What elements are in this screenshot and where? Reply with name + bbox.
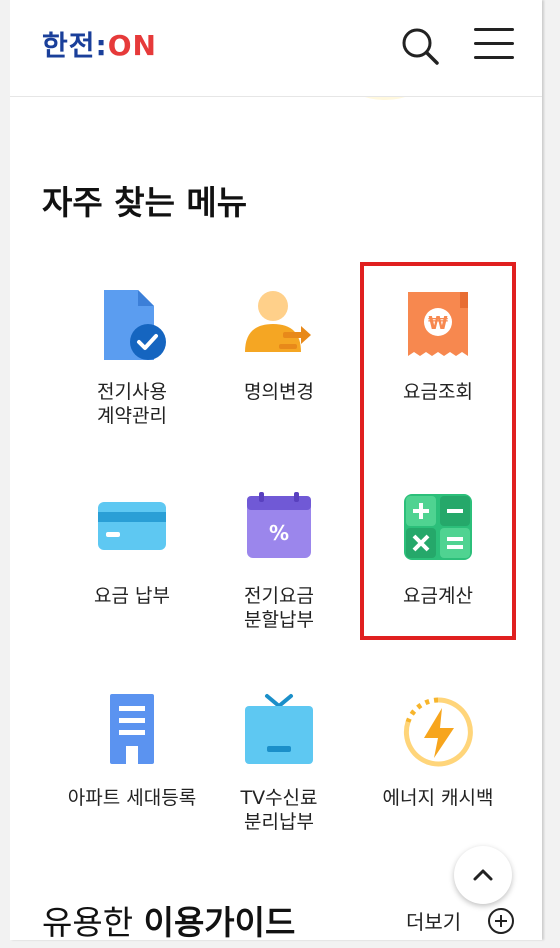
- guide-title-prefix: 유용한: [42, 903, 144, 940]
- menu-item-energy-cashback[interactable]: 에너지 캐시백: [363, 692, 513, 810]
- plus-circle-icon[interactable]: [488, 908, 514, 934]
- menu-item-bill-payment[interactable]: 요금 납부: [57, 490, 207, 608]
- guide-section-title: 유용한 이용가이드: [42, 896, 295, 940]
- app-header: 한전:ON: [10, 0, 542, 97]
- menu-item-label: 에너지 캐시백: [382, 787, 494, 809]
- calendar-percent-icon: %: [239, 490, 319, 570]
- card-icon: [92, 490, 172, 570]
- person-transfer-icon: [239, 286, 319, 366]
- section-title: 자주 찾는 메뉴: [42, 183, 248, 222]
- search-icon[interactable]: [400, 26, 440, 66]
- menu-item-label: 전기요금 분할납부: [244, 585, 314, 631]
- menu-item-label: 요금 납부: [94, 585, 170, 607]
- menu-item-name-change[interactable]: 명의변경: [204, 286, 354, 404]
- logo-text-prefix: 한전:: [42, 29, 108, 62]
- menu-item-installment-payment[interactable]: % 전기요금 분할납부: [204, 490, 354, 632]
- apartment-icon: [92, 692, 172, 772]
- svg-text:%: %: [269, 521, 289, 545]
- chevron-up-icon: [473, 869, 493, 881]
- menu-item-label: 전기사용 계약관리: [97, 381, 167, 427]
- logo-text-suffix: ON: [107, 29, 157, 62]
- menu-item-apartment-registration[interactable]: 아파트 세대등록: [45, 692, 219, 810]
- contract-check-icon: [92, 286, 172, 366]
- app-frame: 한전:ON 자주 찾는 메뉴 전기사용 계약관리 명의변경 ₩ 요금조회 요금 …: [10, 0, 542, 940]
- energy-bolt-icon: [398, 692, 478, 772]
- menu-item-tv-fee-separation[interactable]: TV수신료 분리납부: [204, 692, 354, 834]
- more-link[interactable]: 더보기: [406, 906, 461, 935]
- menu-item-label: 아파트 세대등록: [67, 787, 197, 809]
- tv-icon: [239, 692, 319, 772]
- kepco-on-logo[interactable]: 한전:ON: [42, 24, 157, 64]
- menu-item-label: TV수신료 분리납부: [240, 787, 318, 833]
- scroll-to-top-button[interactable]: [454, 846, 512, 904]
- highlight-box: [360, 262, 516, 640]
- hamburger-menu-icon[interactable]: [474, 28, 514, 64]
- guide-title-bold: 이용가이드: [143, 903, 296, 940]
- menu-item-label: 명의변경: [244, 381, 314, 403]
- menu-item-contract[interactable]: 전기사용 계약관리: [57, 286, 207, 428]
